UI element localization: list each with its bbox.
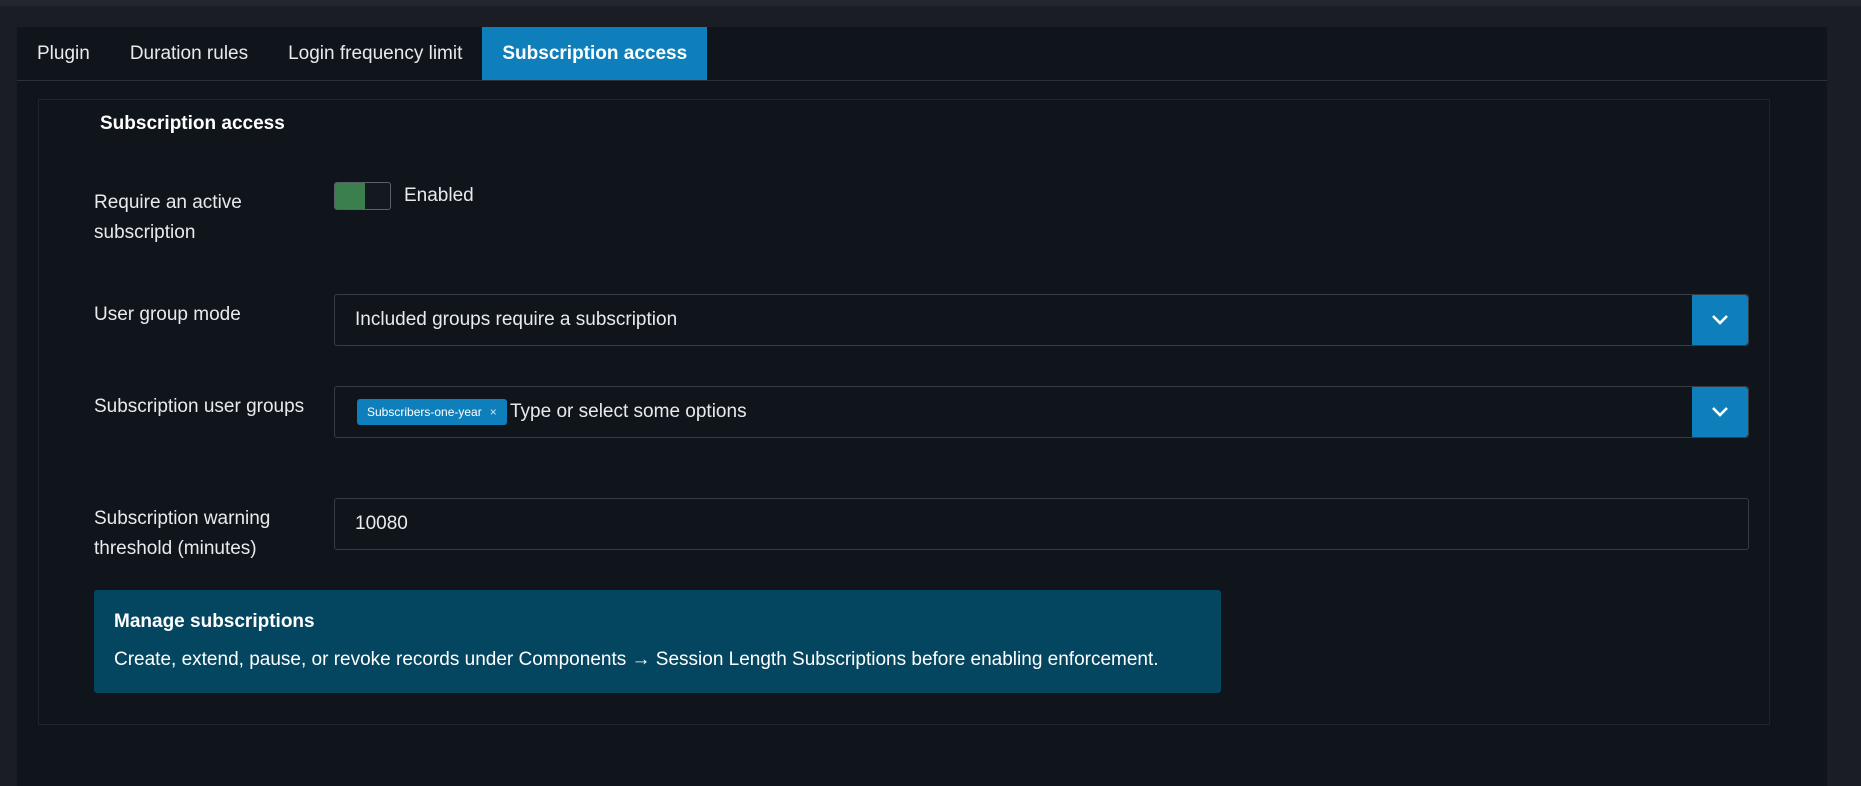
- tab-login-frequency-limit[interactable]: Login frequency limit: [268, 27, 482, 80]
- tab-bar: Plugin Duration rules Login frequency li…: [17, 27, 1827, 81]
- alert-body: Create, extend, pause, or revoke records…: [114, 649, 1159, 670]
- warning-threshold-label: Subscription warning threshold (minutes): [94, 508, 271, 559]
- fieldset-legend: Subscription access: [96, 113, 289, 135]
- user-group-mode-label: User group mode: [94, 304, 241, 325]
- require-active-label: Require an active subscription: [94, 192, 242, 243]
- tab-duration-rules[interactable]: Duration rules: [110, 27, 268, 80]
- alert-title: Manage subscriptions: [114, 611, 315, 632]
- subscription-groups-multiselect[interactable]: Subscribers-one-year ×: [334, 386, 1749, 438]
- toggle-knob: [335, 183, 365, 209]
- chevron-down-icon: [1712, 407, 1728, 417]
- manage-subscriptions-alert: Manage subscriptions Create, extend, pau…: [94, 590, 1221, 693]
- chevron-down-icon: [1712, 315, 1728, 325]
- tab-subscription-access[interactable]: Subscription access: [482, 27, 708, 80]
- selected-group-chip: Subscribers-one-year ×: [357, 399, 507, 425]
- warning-threshold-input[interactable]: [334, 498, 1749, 550]
- chip-label: Subscribers-one-year: [367, 405, 482, 419]
- tab-plugin[interactable]: Plugin: [17, 27, 110, 80]
- toggle-state-label: Enabled: [404, 185, 474, 206]
- subscription-groups-label: Subscription user groups: [94, 396, 305, 417]
- subscription-groups-dropdown-button[interactable]: [1692, 387, 1748, 437]
- user-group-mode-select[interactable]: Included groups require a subscription: [334, 294, 1749, 346]
- require-active-toggle[interactable]: [334, 182, 391, 210]
- top-bar: [0, 0, 1861, 6]
- subscription-groups-search-input[interactable]: [510, 387, 1410, 437]
- close-icon[interactable]: ×: [490, 405, 497, 419]
- user-group-mode-value: Included groups require a subscription: [355, 309, 678, 330]
- user-group-mode-dropdown-button[interactable]: [1692, 295, 1748, 345]
